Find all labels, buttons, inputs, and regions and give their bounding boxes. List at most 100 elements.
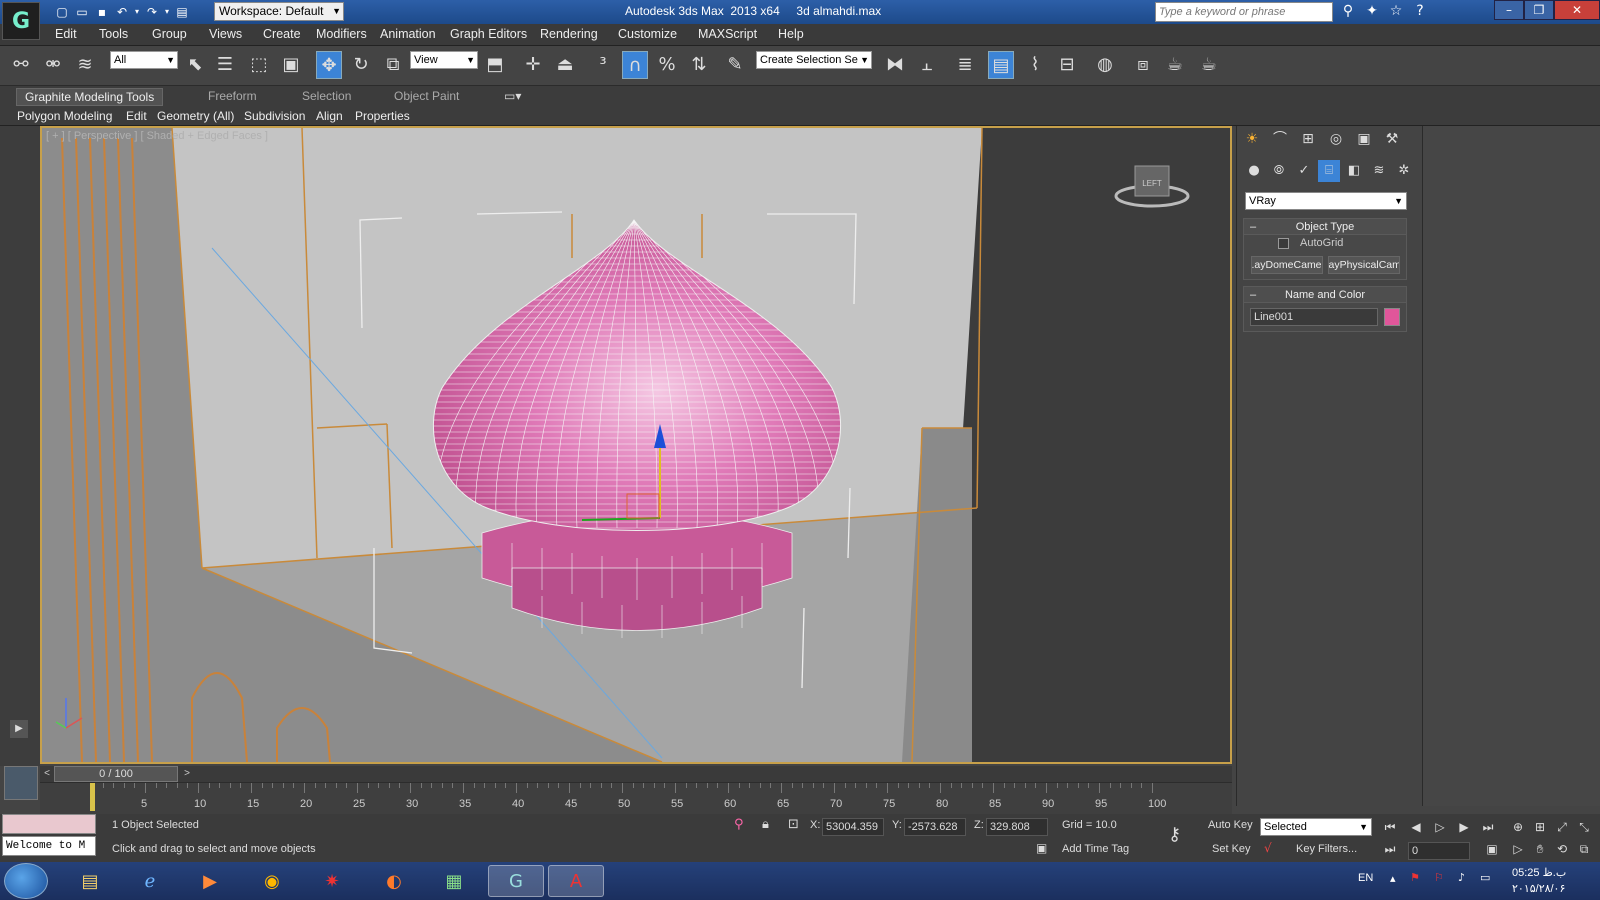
menu-customize[interactable]: Customize [618,27,677,41]
select-object-icon[interactable]: ⬉ [182,51,208,79]
communication-center-icon[interactable]: ✦ [1364,3,1380,19]
scale-icon[interactable]: ⧉ [380,51,406,79]
field-of-view-icon[interactable]: ▷ [1508,840,1528,858]
rotate-icon[interactable]: ↻ [348,51,374,79]
time-tag-icon[interactable]: ▣ [1036,841,1047,855]
object-type-header[interactable]: – Object Type [1244,219,1406,235]
time-slider[interactable]: < 0 / 100 > [40,766,1232,782]
panel-geometry-all[interactable]: Geometry (All) [157,109,234,123]
keyboard-shortcut-override-icon[interactable]: ⏏ [552,51,578,79]
y-coordinate-input[interactable]: -2573.628 [904,818,966,836]
edit-named-selection-icon[interactable]: ✎ [722,51,748,79]
favorites-star-icon[interactable]: ☆ [1388,3,1404,19]
current-frame-input[interactable]: 0 [1408,842,1470,860]
language-indicator[interactable]: EN [1358,872,1373,884]
move-icon[interactable]: ✥ [316,51,342,79]
select-manipulate-icon[interactable]: ✛ [520,51,546,79]
menu-group[interactable]: Group [152,27,187,41]
internet-explorer-icon[interactable]: ℯ [122,865,178,897]
app-icon[interactable]: ◉ [244,865,300,897]
open-file-icon[interactable]: ▭ [72,3,92,21]
tab-graphite-modeling-tools[interactable]: Graphite Modeling Tools [16,88,164,106]
panel-subdivision[interactable]: Subdivision [244,109,305,123]
maximize-button[interactable]: ❐ [1524,0,1554,20]
material-editor-icon[interactable]: ◍ [1092,51,1118,79]
undo-icon[interactable]: ↶ [112,3,132,21]
next-key-icon[interactable]: ▶ [1454,818,1474,836]
space-warps-icon[interactable]: ≋ [1368,160,1390,182]
schematic-view-icon[interactable]: ⊟ [1054,51,1080,79]
key-selection-dropdown[interactable]: Selected ▼ [1260,818,1372,836]
menu-edit[interactable]: Edit [55,27,77,41]
object-color-swatch[interactable] [1384,308,1400,326]
create-tab-icon[interactable]: ☀ [1241,128,1263,150]
display-tab-icon[interactable]: ▣ [1353,128,1375,150]
named-selection-dropdown[interactable]: Create Selection Se ▼ [756,51,872,69]
menu-modifiers[interactable]: Modifiers [316,27,367,41]
save-icon[interactable]: ▪ [92,3,112,21]
tab-object-paint[interactable]: Object Paint [386,88,467,104]
mini-listener-toggle[interactable] [4,766,38,800]
bind-space-warp-icon[interactable]: ≋ [72,51,98,79]
orbit-icon[interactable]: ⟲ [1552,840,1572,858]
panel-properties[interactable]: Properties [355,109,410,123]
snaps-toggle-icon[interactable]: ³ [590,51,616,79]
panel-polygon-modeling[interactable]: Polygon Modeling [17,109,112,123]
lights-icon[interactable]: ✓ [1293,160,1315,182]
clock-date[interactable]: ۲۰۱۵/۲۸/۰۶ [1512,882,1565,895]
media-player-icon[interactable]: ▶ [182,865,238,897]
zoom-icon[interactable]: ⊕ [1508,818,1528,836]
time-slider-thumb[interactable]: 0 / 100 [54,766,178,782]
autogrid-checkbox[interactable] [1278,238,1289,249]
tab-freeform[interactable]: Freeform [200,88,265,104]
action-center-icon[interactable]: ⚑ [1410,871,1420,884]
monitor-app-icon[interactable]: ▦ [426,865,482,897]
angle-snap-icon[interactable]: ∩ [622,51,648,79]
align-icon[interactable]: ⫠ [914,51,940,79]
workspace-dropdown[interactable]: Workspace: Default ▼ [214,2,344,21]
category-dropdown[interactable]: VRay ▼ [1245,192,1407,210]
binoculars-icon[interactable]: ⚲ [1340,3,1356,19]
autocad-taskbar-icon[interactable]: A [548,865,604,897]
cameras-icon[interactable]: ⌸ [1318,160,1340,182]
tab-selection[interactable]: Selection [294,88,359,104]
percent-snap-icon[interactable]: % [654,51,680,79]
menu-rendering[interactable]: Rendering [540,27,598,41]
volume-icon[interactable]: ♪ [1458,871,1465,884]
link-icon[interactable]: ⚯ [8,51,34,79]
app-logo-button[interactable]: G [2,2,40,40]
absolute-mode-icon[interactable]: ⊡ [788,817,799,832]
vray-dome-camera-button[interactable]: .ayDomeCame [1250,256,1323,274]
motion-tab-icon[interactable]: ◎ [1325,128,1347,150]
zoom-all-icon[interactable]: ⊞ [1530,818,1550,836]
default-tangent-icon[interactable]: √ [1264,841,1272,855]
ribbon-options-dropdown-icon[interactable]: ▭▾ [496,88,529,104]
project-folder-icon[interactable]: ▤ [172,3,192,21]
modify-tab-icon[interactable]: ⌒ [1269,128,1291,150]
flag-icon[interactable]: ⚐ [1434,871,1444,884]
layer-manager-icon[interactable]: ≣ [952,51,978,79]
menu-create[interactable]: Create [263,27,301,41]
viewport-label[interactable]: [ + ] [ Perspective ] [ Shaded + Edged F… [46,130,268,142]
helpers-icon[interactable]: ◧ [1343,160,1365,182]
maxscript-listener-input[interactable]: Welcome to M [2,836,96,856]
previous-key-icon[interactable]: ◀ [1406,818,1426,836]
systems-icon[interactable]: ✲ [1393,160,1415,182]
menu-graph-editors[interactable]: Graph Editors [450,27,527,41]
pan-icon[interactable]: ✋︎ [1530,840,1550,858]
panel-align[interactable]: Align [316,109,343,123]
curve-editor-icon[interactable]: ⌇ [1022,51,1048,79]
window-crossing-icon[interactable]: ▣ [278,51,304,79]
show-hidden-icons-icon[interactable]: ▴ [1390,872,1396,885]
render-setup-icon[interactable]: ⧈ [1130,51,1156,79]
name-and-color-header[interactable]: – Name and Color [1244,287,1406,303]
zoom-extents-all-icon[interactable]: ⤡ [1574,818,1594,836]
zoom-extents-icon[interactable]: ⤢ [1552,818,1572,836]
z-coordinate-input[interactable]: 329.808 [986,818,1048,836]
add-time-tag[interactable]: Add Time Tag [1062,843,1129,855]
vray-physical-camera-button[interactable]: ayPhysicalCam [1327,256,1400,274]
key-icon[interactable]: ⚷ [1168,824,1181,845]
mirror-icon[interactable]: ⧓ [882,51,908,79]
spinner-snap-icon[interactable]: ⇅ [686,51,712,79]
firefox-icon[interactable]: ◐ [366,865,422,897]
